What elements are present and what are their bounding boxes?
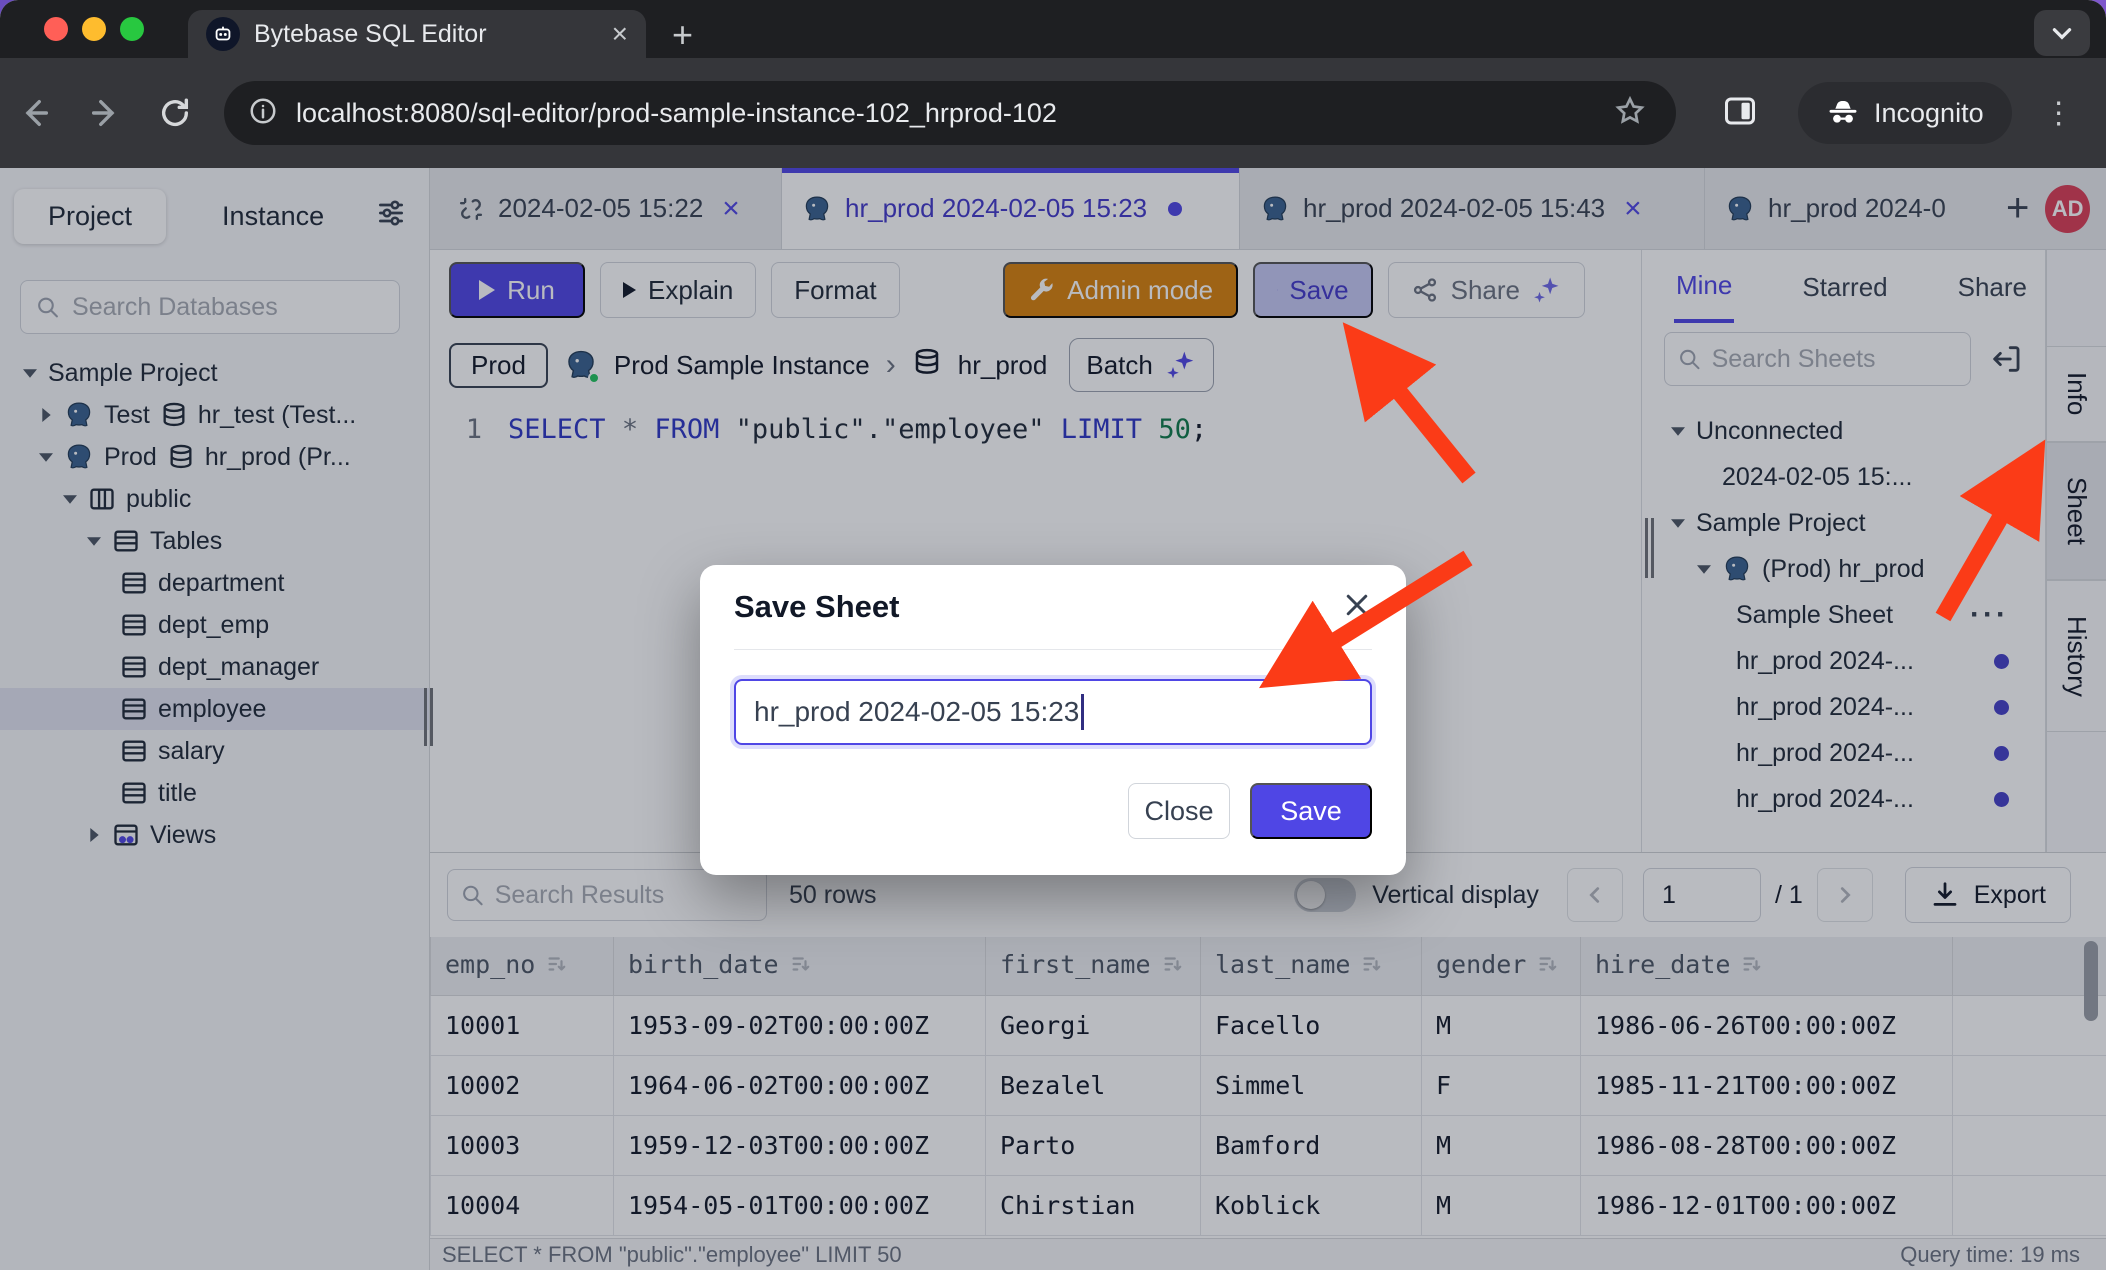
bytebase-page: Project Instance Sample Project xyxy=(0,168,2106,1270)
site-info-icon[interactable] xyxy=(248,96,278,131)
back-icon[interactable] xyxy=(0,96,70,130)
browser-toolbar: localhost:8080/sql-editor/prod-sample-in… xyxy=(0,58,2106,168)
incognito-icon xyxy=(1826,96,1860,130)
url-text: localhost:8080/sql-editor/prod-sample-in… xyxy=(296,98,1596,129)
browser-new-tab-button[interactable]: + xyxy=(672,14,693,56)
save-sheet-dialog: Save Sheet hr_prod 2024-02-05 15:23 Clos… xyxy=(700,565,1406,875)
traffic-light-close[interactable] xyxy=(44,17,68,41)
bookmark-star-icon[interactable] xyxy=(1614,95,1646,132)
reload-icon[interactable] xyxy=(140,96,210,130)
browser-tab[interactable]: Bytebase SQL Editor × xyxy=(188,10,646,58)
browser-tab-title: Bytebase SQL Editor xyxy=(254,20,598,49)
incognito-badge: Incognito xyxy=(1798,82,2012,144)
tab-search-chevron-icon[interactable] xyxy=(2034,10,2090,56)
traffic-light-minimize[interactable] xyxy=(82,17,106,41)
dialog-divider xyxy=(734,649,1372,650)
sheet-name-value: hr_prod 2024-02-05 15:23 xyxy=(754,696,1079,728)
browser-window: Bytebase SQL Editor × + localhost:8080/s… xyxy=(0,0,2106,1270)
sheet-name-input[interactable]: hr_prod 2024-02-05 15:23 xyxy=(734,679,1372,745)
browser-tabstrip: Bytebase SQL Editor × + xyxy=(0,0,2106,58)
forward-icon[interactable] xyxy=(70,96,140,130)
address-bar[interactable]: localhost:8080/sql-editor/prod-sample-in… xyxy=(224,81,1676,145)
split-screen-icon[interactable] xyxy=(1722,93,1758,134)
dialog-close-button[interactable]: Close xyxy=(1128,783,1230,839)
incognito-label: Incognito xyxy=(1874,98,1984,129)
dialog-close-icon[interactable] xyxy=(1342,590,1372,625)
browser-menu-icon[interactable]: ⋮ xyxy=(2044,96,2074,131)
screen: Bytebase SQL Editor × + localhost:8080/s… xyxy=(0,0,2106,1270)
text-cursor xyxy=(1081,694,1084,730)
dialog-save-button[interactable]: Save xyxy=(1250,783,1372,839)
browser-tab-close-icon[interactable]: × xyxy=(612,20,628,48)
bytebase-favicon-icon xyxy=(206,17,240,51)
dialog-title: Save Sheet xyxy=(734,589,899,625)
traffic-light-zoom[interactable] xyxy=(120,17,144,41)
